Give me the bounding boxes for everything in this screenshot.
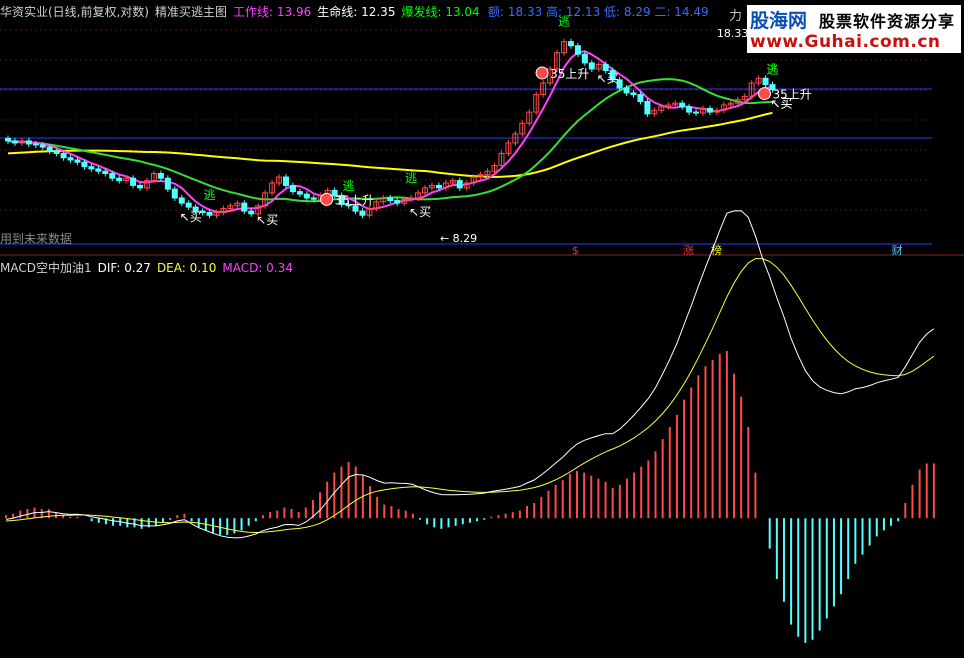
buy-signal-label: ↖买 bbox=[256, 213, 278, 227]
stock-title: 华资实业(日线,前复权,对数) bbox=[0, 5, 149, 19]
candle-body bbox=[164, 177, 171, 190]
candle-body bbox=[283, 176, 289, 186]
candle-body bbox=[116, 177, 123, 182]
rise-signal-dot bbox=[758, 87, 771, 101]
indicator-name: 精准买逃主图 bbox=[155, 5, 228, 19]
escape-signal-label: 逃 bbox=[343, 179, 355, 193]
candle-body bbox=[81, 161, 88, 168]
candle-body bbox=[11, 140, 18, 144]
main-chart-header: 华资实业(日线,前复权,对数) 精准买逃主图 工作线: 13.96 生命线: 12.3… bbox=[0, 3, 486, 21]
candle-body bbox=[567, 41, 574, 47]
candle-body bbox=[102, 170, 109, 175]
candle-body bbox=[32, 143, 39, 146]
candle-body bbox=[39, 144, 46, 148]
rise-signal-label: 35上升 bbox=[550, 67, 589, 81]
chart-window: 18.33 ← 8.29 逃 ↖买 ↖买 35上升逃逃 ↖买 35上升逃 ↖买 ↖买逃 ↖买 35上升… bbox=[0, 0, 964, 658]
low-price-marker: ← 8.29 bbox=[440, 232, 477, 245]
life-line-label: 生命线: 12.35 bbox=[317, 5, 396, 19]
future-data-note: 用到未来数据 bbox=[0, 232, 73, 246]
candle-body bbox=[359, 210, 366, 216]
candle-body bbox=[185, 202, 192, 208]
candle-body bbox=[67, 157, 74, 161]
watermark-logo: 股海网 股票软件资源分享 www.Guhai.com.cn bbox=[747, 5, 961, 53]
event-tag: $ bbox=[572, 244, 579, 257]
watermark-url: www.Guhai.com.cn bbox=[750, 32, 941, 52]
candle-body bbox=[303, 193, 310, 199]
burst-line bbox=[7, 78, 773, 203]
event-tag: 财 bbox=[892, 243, 903, 257]
candle-body bbox=[296, 191, 303, 195]
macd-indicator-name: MACD空中加油1 bbox=[0, 261, 92, 275]
escape-signal-label: 逃 bbox=[204, 188, 216, 202]
burst-line-label: 爆发线: 13.04 bbox=[401, 5, 480, 19]
partial-label: 力 bbox=[729, 9, 743, 24]
candle-body bbox=[46, 146, 53, 152]
candle-body bbox=[74, 159, 81, 163]
buy-signal-label: ↖买 bbox=[180, 210, 202, 224]
candle-body bbox=[60, 152, 67, 159]
candle-body bbox=[387, 197, 394, 202]
candle-body bbox=[289, 184, 296, 193]
candle-body bbox=[88, 166, 95, 170]
chart-canvas[interactable]: 18.33← 8.29逃↖买 ↖买35上升逃逃↖买35上升逃↖买↖买逃↖买35上升… bbox=[0, 0, 964, 658]
candle-body bbox=[310, 197, 317, 200]
candle-body bbox=[53, 150, 60, 154]
life-line bbox=[7, 111, 773, 179]
candle-body bbox=[5, 137, 11, 142]
buy-signal-label: ↖买 bbox=[597, 71, 619, 85]
candle-body bbox=[137, 184, 144, 189]
candle-body bbox=[679, 102, 686, 108]
candle-body bbox=[602, 63, 609, 71]
price-summary: 额: 18.33 高: 12.13 低: 8.29 二: 14.49 bbox=[488, 5, 709, 19]
dif-label: DIF: 0.27 bbox=[97, 261, 151, 275]
candle-body bbox=[686, 106, 693, 113]
buy-signal-label: ↖买 bbox=[409, 205, 431, 219]
rise-signal-label: 35上升 bbox=[773, 88, 812, 102]
work-line bbox=[7, 50, 773, 214]
event-tag: 涨 bbox=[683, 244, 694, 257]
candle-body bbox=[581, 53, 588, 64]
candle-body bbox=[130, 177, 137, 186]
candle-body bbox=[95, 168, 102, 172]
rise-signal-dot bbox=[320, 192, 334, 206]
candle-body bbox=[706, 107, 713, 113]
candle-body bbox=[241, 202, 248, 212]
candle-body bbox=[394, 200, 401, 204]
candle-body bbox=[574, 45, 581, 55]
candle-body bbox=[630, 92, 637, 96]
macd-label: MACD: 0.34 bbox=[222, 261, 293, 275]
rise-signal-dot bbox=[535, 66, 549, 80]
candle-body bbox=[693, 111, 700, 114]
work-line-label: 工作线: 13.96 bbox=[233, 5, 312, 19]
candle-body bbox=[206, 211, 213, 216]
candle-body bbox=[762, 77, 769, 86]
candle-body bbox=[435, 184, 442, 189]
candle-body bbox=[637, 94, 644, 102]
dea-label: DEA: 0.10 bbox=[156, 261, 217, 275]
watermark-tagline: 股票软件资源分享 bbox=[819, 12, 956, 31]
candle-body bbox=[644, 100, 651, 115]
candle-body bbox=[623, 87, 630, 94]
candle-body bbox=[456, 180, 463, 189]
dea-line bbox=[5, 258, 935, 534]
candle-body bbox=[248, 210, 255, 215]
watermark-brand: 股海网 bbox=[750, 10, 808, 32]
candle-body bbox=[109, 173, 116, 179]
candle-body bbox=[178, 197, 185, 204]
candle-body bbox=[588, 62, 595, 70]
rise-signal-label: 35上升 bbox=[335, 193, 374, 207]
escape-signal-label: 逃 bbox=[767, 63, 779, 77]
candle-body bbox=[25, 140, 32, 145]
high-price-marker: 18.33 bbox=[717, 27, 749, 40]
candle-body bbox=[171, 188, 178, 199]
candle-body bbox=[157, 173, 164, 179]
escape-signal-label: 逃 bbox=[405, 171, 417, 185]
macd-header: MACD空中加油1 DIF: 0.27 DEA: 0.10 MACD: 0.34 bbox=[0, 259, 299, 275]
